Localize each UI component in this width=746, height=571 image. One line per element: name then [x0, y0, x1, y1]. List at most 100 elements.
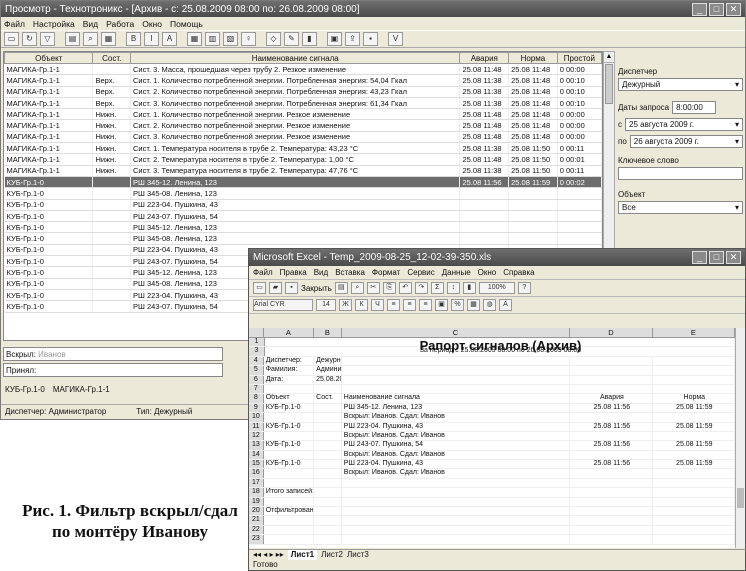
help-icon[interactable]: ? — [517, 282, 531, 294]
sheet-cell[interactable]: Вскрыл: Иванов. Сдал: Иванов — [342, 450, 571, 460]
erase-icon[interactable]: ◇ — [266, 32, 281, 46]
sheet-cell[interactable] — [570, 516, 653, 525]
save-icon[interactable]: ▪ — [285, 282, 298, 294]
sheet-tab-2[interactable]: Лист2 — [321, 550, 343, 560]
sheet-cell[interactable]: КУБ-Гр.1-0 — [264, 422, 315, 431]
open-icon[interactable]: ▰ — [269, 282, 282, 294]
sheet-cell[interactable] — [653, 413, 735, 422]
copy-icon[interactable]: ⎘ — [382, 282, 396, 294]
sheet-cell[interactable] — [653, 535, 735, 544]
sheet-cell[interactable] — [314, 384, 342, 394]
sheet-cell[interactable] — [314, 516, 342, 525]
table-row[interactable]: МАГИКА-Гр.1-1 Нижн. Сист. 1. Температура н… — [4, 142, 602, 155]
sheet-cell[interactable] — [264, 516, 315, 525]
text-icon[interactable]: A — [162, 32, 177, 46]
excel-maximize-button[interactable]: □ — [709, 251, 724, 264]
sheet-cell[interactable] — [653, 450, 735, 460]
excel-menu-item-0[interactable]: Файл — [253, 268, 273, 277]
sheet-cell[interactable] — [264, 525, 315, 535]
table-row[interactable]: МАГИКА-Гр.1-1 Нижн. Сист. 2. Температура н… — [4, 153, 602, 166]
sheet-cell[interactable] — [653, 525, 735, 535]
sheet-cell[interactable]: КУБ-Гр.1-0 — [264, 460, 315, 469]
sheet-cell[interactable] — [264, 535, 315, 544]
column-header-2[interactable]: Наименование сигнала — [130, 52, 461, 64]
sheet-cell[interactable] — [653, 497, 735, 507]
sheet-cell[interactable] — [653, 384, 735, 394]
sheet-cell[interactable]: Вскрыл: Иванов. Сдал: Иванов — [342, 469, 571, 478]
sheet-cell[interactable] — [570, 525, 653, 535]
sheet-cell[interactable] — [314, 413, 342, 422]
cut-icon[interactable]: ✂ — [366, 282, 380, 294]
close-button[interactable]: ✕ — [726, 2, 741, 16]
menu-item-2[interactable]: Вид — [83, 19, 98, 29]
open-icon[interactable]: ▭ — [4, 32, 19, 46]
opened-field[interactable]: Вскрыл: Иванов — [3, 347, 223, 361]
excel-menu-item-8[interactable]: Справка — [503, 268, 534, 277]
column-header-E[interactable]: E — [653, 328, 735, 337]
grid-icon[interactable]: ▦ — [187, 32, 202, 46]
sheet-cell[interactable] — [314, 403, 342, 413]
tab-kub[interactable]: КУБ-Гр.1-0 — [5, 385, 45, 394]
table-row[interactable]: МАГИКА-Гр.1-1 Верх. Сист. 2. Количество по… — [4, 86, 602, 98]
object-select[interactable]: Все ▾ — [618, 201, 743, 214]
sheet-cell[interactable] — [653, 375, 735, 384]
sheet-tab-1[interactable]: Лист1 — [287, 550, 318, 560]
sheet-cell[interactable] — [570, 413, 653, 422]
sheet-cell[interactable]: 25.08 11:59 — [653, 441, 735, 450]
table-row[interactable]: КУБ-Гр.1-0 РШ 345-08. Ленина, 123 — [4, 187, 602, 200]
sheet-cell[interactable]: Норма — [653, 394, 735, 403]
chart-icon[interactable]: ▧ — [223, 32, 238, 46]
percent-icon[interactable]: % — [451, 299, 464, 311]
undo-icon[interactable]: ↶ — [398, 282, 412, 294]
align-left-icon[interactable]: ≡ — [387, 299, 400, 311]
column-header-3[interactable]: Авария — [459, 52, 510, 64]
table-row[interactable]: МАГИКА-Гр.1-1 Нижн. Сист. 3. Количество по… — [4, 131, 602, 144]
sheet-cell[interactable] — [342, 488, 571, 497]
report-icon[interactable]: ▦ — [101, 32, 116, 46]
chart-icon[interactable]: ▮ — [462, 282, 476, 294]
sheet-cell[interactable]: 25.08 11:59 — [653, 460, 735, 469]
sheet-cell[interactable]: Вскрыл: Иванов. Сдал: Иванов — [342, 413, 571, 422]
excel-close-button[interactable]: ✕ — [726, 251, 741, 264]
sheet-cell[interactable]: Фамилия: — [264, 366, 315, 375]
sheet-cell[interactable] — [314, 478, 342, 488]
sheet-cell[interactable]: 25.08 11:59 — [653, 403, 735, 413]
zoom-select[interactable]: 100% — [478, 282, 515, 294]
sheet-cell[interactable]: 25.08 11:56 — [570, 441, 653, 450]
sheet-cell[interactable]: РШ 223-04. Пушкина, 43 — [342, 422, 571, 431]
table-row[interactable]: МАГИКА-Гр.1-1 Верх. Сист. 3. Количество по… — [4, 97, 602, 110]
date-to-picker[interactable]: 26 августа 2009 г. ▾ — [629, 135, 743, 148]
sort-icon[interactable]: ↕ — [446, 282, 460, 294]
time-input[interactable]: 8:00:00 — [672, 101, 717, 114]
sheet-cell[interactable] — [570, 488, 653, 497]
sheet-cell[interactable]: Администратор — [314, 366, 342, 375]
alarm-icon[interactable]: ♀ — [241, 32, 256, 46]
bold-icon[interactable]: Ж — [339, 299, 352, 311]
sheet-cell[interactable] — [653, 507, 735, 516]
menu-item-4[interactable]: Окно — [142, 19, 162, 29]
sheet-cell[interactable] — [314, 431, 342, 441]
sheet-cell[interactable] — [314, 525, 342, 535]
align-center-icon[interactable]: ≡ — [403, 299, 416, 311]
sheet-cell[interactable] — [314, 441, 342, 450]
menu-item-3[interactable]: Работа — [106, 19, 134, 29]
sheet-cell[interactable]: РШ 223-04. Пушкина, 43 — [342, 460, 571, 469]
sheet-cell[interactable] — [570, 478, 653, 488]
sheet-cell[interactable] — [653, 488, 735, 497]
excel-scrollbar[interactable] — [735, 328, 745, 548]
font-color-icon[interactable]: A — [499, 299, 512, 311]
sheet-cell[interactable] — [342, 478, 571, 488]
sheet-cell[interactable] — [570, 507, 653, 516]
borders-icon[interactable]: ▦ — [467, 299, 480, 311]
table-row[interactable]: МАГИКА-Гр.1-1 Нижн. Сист. 3. Температура н… — [4, 165, 602, 177]
sheet-cell[interactable]: Отфильтровано по журналу "Вскрыл", "Сдал… — [264, 507, 315, 516]
table-row[interactable]: КУБ-Гр.1-0 РШ 223-04. Пушкина, 43 — [4, 199, 602, 211]
sheet-cell[interactable] — [264, 497, 315, 507]
sheet-cell[interactable]: КУБ-Гр.1-0 — [264, 403, 315, 413]
sheet-cell[interactable]: Сост. — [314, 394, 342, 403]
size-select[interactable]: 14 — [316, 299, 336, 311]
sheet-cell[interactable]: 25.08 11:56 — [570, 460, 653, 469]
sheet-cell[interactable]: РШ 345-12. Ленина, 123 — [342, 403, 571, 413]
sheet-cell[interactable] — [314, 507, 342, 516]
graph-icon[interactable]: ▮ — [302, 32, 317, 46]
